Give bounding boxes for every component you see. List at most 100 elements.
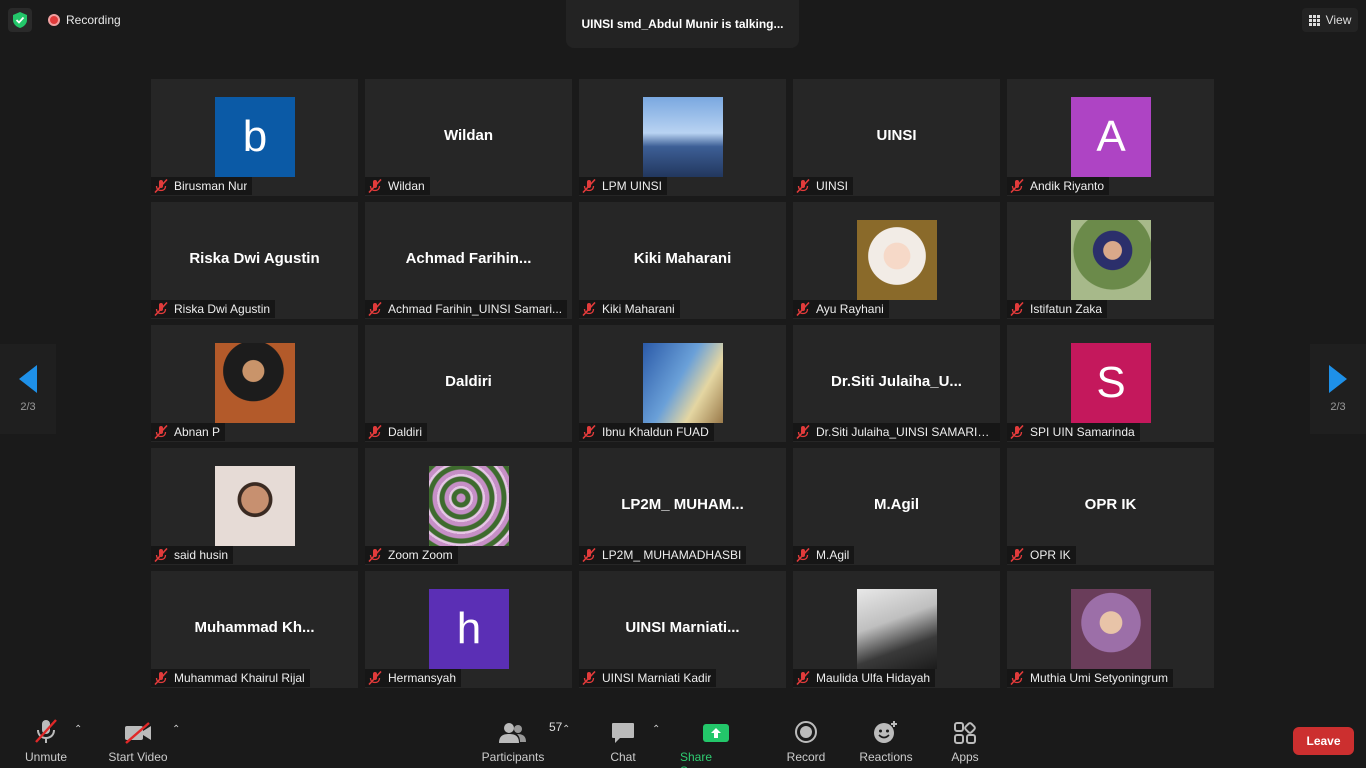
participant-tile[interactable]: Kiki Maharani Kiki Maharani — [579, 202, 786, 319]
participant-tile[interactable]: A Andik Riyanto — [1007, 79, 1214, 196]
participant-name: Ibnu Khaldun FUAD — [602, 425, 709, 439]
profile-photo — [643, 343, 723, 423]
participant-tile[interactable]: said husin — [151, 448, 358, 565]
muted-mic-icon — [368, 548, 382, 562]
profile-photo — [215, 466, 295, 546]
participants-options-chevron-icon[interactable]: ⌃ — [562, 724, 570, 735]
start-video-button[interactable]: Start Video — [107, 718, 169, 764]
share-screen-icon — [703, 718, 729, 744]
record-icon — [794, 718, 818, 744]
participant-tile[interactable]: LPM UINSI — [579, 79, 786, 196]
muted-mic-icon — [582, 302, 596, 316]
next-page-button[interactable]: 2/3 — [1310, 344, 1366, 434]
participant-tile[interactable]: S SPI UIN Samarinda — [1007, 325, 1214, 442]
recording-label: Recording — [66, 13, 121, 27]
participant-tile[interactable]: Riska Dwi Agustin Riska Dwi Agustin — [151, 202, 358, 319]
participant-tile[interactable]: Maulida Ulfa Hidayah — [793, 571, 1000, 688]
unmute-button[interactable]: Unmute — [22, 718, 70, 764]
participant-tile[interactable]: h Hermansyah — [365, 571, 572, 688]
participants-button[interactable]: 57 Participants — [480, 718, 563, 764]
participant-tile[interactable]: b Birusman Nur — [151, 79, 358, 196]
participant-display-name: Daldiri — [445, 373, 492, 390]
participant-tile[interactable]: Daldiri Daldiri — [365, 325, 572, 442]
participant-tile[interactable]: Ibnu Khaldun FUAD — [579, 325, 786, 442]
participant-name: Zoom Zoom — [388, 548, 453, 562]
muted-mic-icon — [582, 671, 596, 685]
avatar: h — [429, 589, 509, 669]
view-button[interactable]: View — [1302, 8, 1358, 32]
participant-tile[interactable]: M.Agil M.Agil — [793, 448, 1000, 565]
reactions-label: Reactions — [859, 750, 913, 764]
avatar: S — [1071, 343, 1151, 423]
participant-tile[interactable]: UINSI Marniati... UINSI Marniati Kadir — [579, 571, 786, 688]
chat-icon — [611, 718, 635, 744]
view-label: View — [1325, 13, 1352, 27]
reactions-button[interactable]: Reactions — [858, 718, 914, 764]
participant-tile[interactable]: Achmad Farihin... Achmad Farihin_UINSI Sa… — [365, 202, 572, 319]
participants-count: 57 — [549, 720, 563, 734]
participant-name-label: M.Agil — [793, 546, 855, 564]
page-indicator-right: 2/3 — [1330, 401, 1346, 413]
participant-name-label: Kiki Maharani — [579, 300, 680, 318]
video-gallery: b Birusman Nur Wildan Wildan LPM UINSI UINSI U… — [151, 79, 1215, 689]
muted-mic-icon — [368, 425, 382, 439]
participant-tile[interactable]: LP2M_ MUHAM... LP2M_ MUHAMADHASBI — [579, 448, 786, 565]
record-label: Record — [786, 750, 826, 764]
muted-mic-icon — [1010, 425, 1024, 439]
participant-tile[interactable]: OPR IK OPR IK — [1007, 448, 1214, 565]
participant-tile[interactable]: Zoom Zoom — [365, 448, 572, 565]
audio-options-chevron-icon[interactable]: ⌃ — [74, 724, 82, 735]
participant-name: UINSI Marniati Kadir — [602, 671, 712, 685]
participant-name-label: Achmad Farihin_UINSI Samari... — [365, 300, 568, 318]
participant-tile[interactable]: Wildan Wildan — [365, 79, 572, 196]
participant-name-label: UINSI Marniati Kadir — [579, 669, 717, 687]
participant-tile[interactable]: Dr.Siti Julaiha_U... Dr.Siti Julaiha_UINS… — [793, 325, 1000, 442]
arrow-left-icon — [19, 365, 37, 393]
leave-button[interactable]: Leave — [1293, 727, 1354, 755]
muted-mic-icon — [154, 671, 168, 685]
page-indicator-left: 2/3 — [20, 401, 36, 413]
profile-photo — [1071, 589, 1151, 669]
muted-mic-icon — [796, 179, 810, 193]
recording-icon — [48, 14, 60, 26]
participant-tile[interactable]: UINSI UINSI — [793, 79, 1000, 196]
participant-tile[interactable]: Muthia Umi Setyoningrum — [1007, 571, 1214, 688]
recording-indicator[interactable]: Recording — [40, 8, 129, 32]
participant-display-name: Kiki Maharani — [633, 250, 732, 267]
profile-photo — [1071, 220, 1151, 300]
participant-name-label: SPI UIN Samarinda — [1007, 423, 1140, 441]
previous-page-button[interactable]: 2/3 — [0, 344, 56, 434]
record-button[interactable]: Record — [786, 718, 826, 764]
security-shield-icon[interactable] — [8, 8, 32, 32]
chat-options-chevron-icon[interactable]: ⌃ — [652, 724, 660, 735]
participant-display-name: Achmad Farihin... — [405, 250, 532, 267]
participant-name: Kiki Maharani — [602, 302, 675, 316]
chat-button[interactable]: Chat — [606, 718, 640, 764]
muted-mic-icon — [1010, 179, 1024, 193]
participant-display-name: Wildan — [443, 127, 494, 144]
participant-display-name: OPR IK — [1084, 496, 1137, 513]
share-screen-button[interactable]: Share Screen — [680, 718, 752, 768]
participant-tile[interactable]: Istifatun Zaka — [1007, 202, 1214, 319]
grid-view-icon — [1308, 14, 1320, 26]
muted-mic-icon — [582, 548, 596, 562]
participant-name: Muhammad Khairul Rijal — [174, 671, 305, 685]
participant-display-name: UINSI Marniati... — [625, 619, 740, 636]
active-speaker-banner: UINSI smd_Abdul Munir is talking... — [566, 0, 799, 48]
muted-mic-icon — [154, 302, 168, 316]
participant-name-label: Dr.Siti Julaiha_UINSI SAMARIN... — [793, 423, 1000, 441]
participant-tile[interactable]: Abnan P — [151, 325, 358, 442]
participant-name: Muthia Umi Setyoningrum — [1030, 671, 1169, 685]
participant-tile[interactable]: Muhammad Kh... Muhammad Khairul Rijal — [151, 571, 358, 688]
participant-display-name: UINSI — [876, 127, 917, 144]
participant-display-name: Dr.Siti Julaiha_U... — [831, 373, 962, 390]
participant-tile[interactable]: Ayu Rayhani — [793, 202, 1000, 319]
participant-display-name: M.Agil — [874, 496, 919, 513]
participant-name-label: Ayu Rayhani — [793, 300, 889, 318]
participant-name: Ayu Rayhani — [816, 302, 884, 316]
participant-name-label: Abnan P — [151, 423, 226, 441]
video-options-chevron-icon[interactable]: ⌃ — [172, 724, 180, 735]
zoom-meeting-window: { "top": { "recording_label": "Recording… — [0, 0, 1366, 768]
muted-mic-icon — [1010, 671, 1024, 685]
apps-button[interactable]: Apps — [948, 718, 982, 764]
